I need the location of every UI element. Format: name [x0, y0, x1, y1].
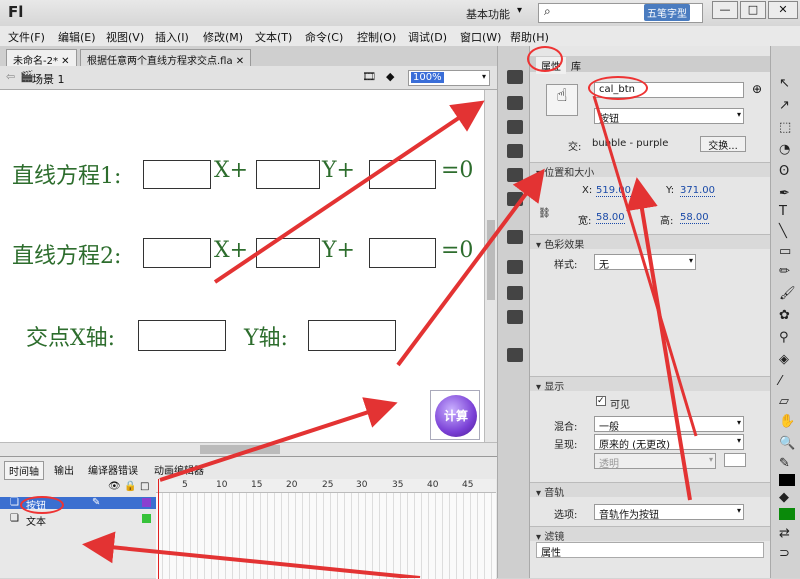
annotation-arrows	[82, 95, 698, 578]
